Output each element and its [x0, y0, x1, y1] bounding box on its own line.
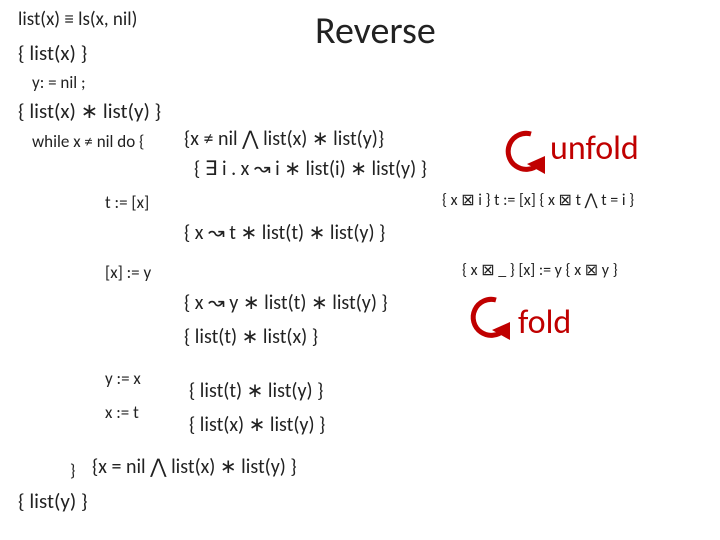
unfold-arrow-icon [501, 128, 549, 180]
loop-head: while x ≠ nil do { [32, 131, 144, 152]
exit-condition: {x = nil ⋀ list(x) ∗ list(y) } [92, 456, 297, 478]
unfold-exists: { ∃ i . x ↝ i ∗ list(i) ∗ list(y) } [194, 158, 427, 180]
post-x-write-1: { x ↝ y ∗ list(t) ∗ list(y) } [184, 292, 388, 314]
stmt-y-assign: y := x [105, 368, 141, 389]
stmt-x-write: [x] := y [105, 262, 151, 283]
def-list: list(x) ≡ ls(x, nil) [18, 10, 137, 31]
page-title: Reverse [315, 8, 436, 54]
note-t-read: { x ⊠ i } t := [x] { x ⊠ t ⋀ t = i } [442, 190, 634, 210]
fold-label: fold [518, 302, 571, 343]
stmt-t-read: t := [x] [105, 192, 149, 213]
fold-arrow-icon [466, 294, 514, 346]
precondition: { list(x) } [18, 42, 87, 65]
loop-end-brace: } [70, 460, 75, 481]
postcondition: { list(y) } [18, 490, 88, 513]
unfold-pre: {x ≠ nil ⋀ list(x) ∗ list(y)} [184, 128, 384, 150]
post-t-read: { x ↝ t ∗ list(t) ∗ list(y) } [184, 222, 385, 244]
post-x-assign: { list(x) ∗ list(y) } [189, 414, 325, 436]
stmt-x-assign: x := t [105, 402, 139, 423]
note-x-write: { x ⊠ _ } [x] := y { x ⊠ y } [462, 260, 618, 280]
stmt-init: y: = nil ; [32, 72, 86, 93]
unfold-label: unfold [550, 128, 639, 169]
post-y-assign: { list(t) ∗ list(y) } [189, 380, 323, 402]
loop-invariant: { list(x) ∗ list(y) } [18, 100, 161, 123]
post-x-write-2: { list(t) ∗ list(x) } [184, 326, 318, 348]
